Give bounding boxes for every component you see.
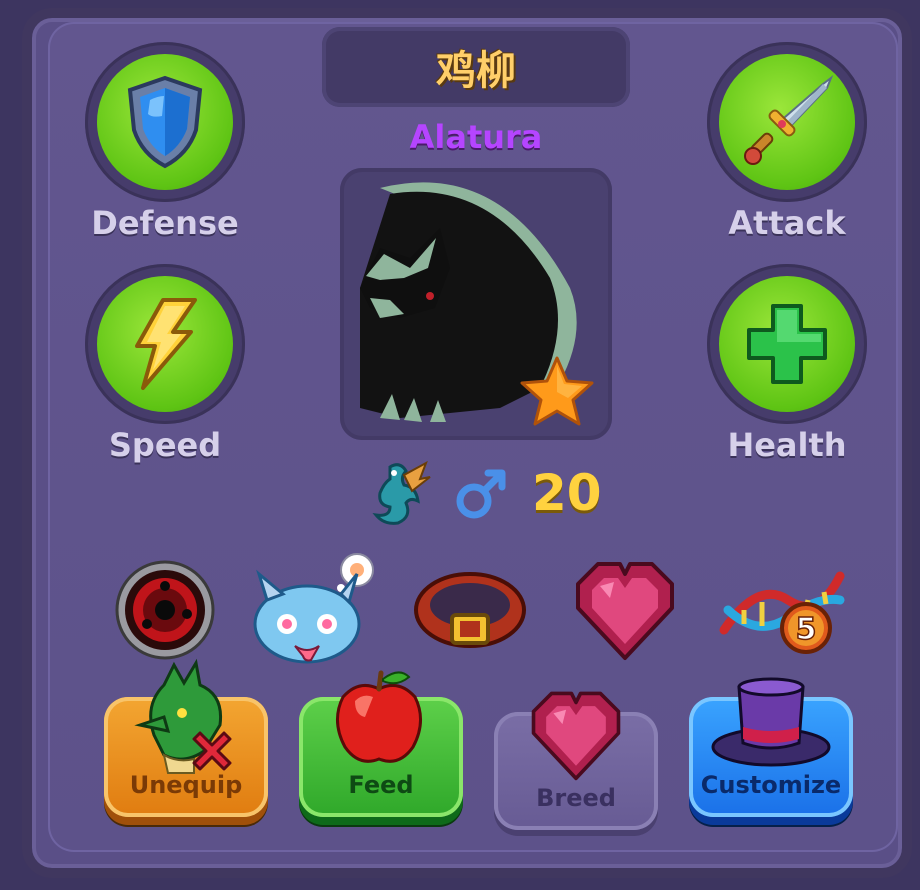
dragon-name: 鸡柳 — [436, 48, 516, 94]
stat-attack-label: Attack — [728, 204, 846, 242]
stat-defense[interactable]: Defense — [80, 42, 250, 242]
red-eye-orb-icon — [115, 560, 215, 660]
stat-speed-circle — [97, 276, 233, 412]
male-gender-icon — [456, 469, 506, 518]
stat-attack-ring — [707, 42, 867, 202]
dragon-name-box[interactable]: 鸡柳 — [322, 27, 630, 107]
stat-speed-ring — [85, 264, 245, 424]
top-hat-icon — [711, 677, 831, 767]
hungry-dragon-icon — [253, 553, 374, 664]
equip-slot-eye[interactable] — [100, 550, 230, 670]
water-dragon-element-icon — [372, 460, 431, 525]
shield-icon — [127, 75, 203, 169]
unequip-button-label: Unequip — [129, 771, 243, 799]
breed-button-label: Breed — [536, 784, 616, 812]
equip-slot-collar[interactable] — [410, 550, 530, 670]
stat-defense-circle — [97, 54, 233, 190]
stat-attack-circle — [719, 54, 855, 190]
sword-icon — [744, 75, 834, 165]
equip-slot-gem-heart[interactable] — [565, 550, 685, 670]
stat-health-circle — [719, 276, 855, 412]
stat-attack[interactable]: Attack — [702, 42, 872, 242]
customize-button-label: Customize — [700, 771, 842, 799]
feed-button-label: Feed — [348, 771, 414, 799]
gem-heart-icon — [576, 562, 674, 660]
collar-icon — [414, 572, 526, 648]
apple-icon — [336, 670, 422, 763]
remove-x-icon — [192, 731, 232, 771]
game-frame: 鸡柳 Alatura Defense Attack Speed Health 2… — [0, 0, 920, 890]
health-cross-icon — [747, 304, 827, 384]
stat-speed[interactable]: Speed — [80, 264, 250, 464]
equip-slot-dna[interactable]: 5 — [712, 550, 852, 670]
stat-health-label: Health — [727, 426, 847, 464]
dna-icon: 5 — [719, 571, 845, 654]
dragon-species: Alatura — [409, 118, 543, 156]
breed-heart-icon — [531, 691, 621, 781]
stat-defense-ring — [85, 42, 245, 202]
dragon-level: 20 — [532, 463, 602, 522]
feed-button[interactable]: Feed — [299, 670, 463, 817]
breed-button[interactable]: Breed — [494, 691, 658, 830]
customize-button[interactable]: Customize — [689, 677, 853, 817]
equipment-row: 5 — [100, 550, 860, 670]
stat-defense-label: Defense — [91, 204, 239, 242]
unequip-button[interactable]: Unequip — [104, 658, 268, 817]
dragon-info-row: 20 — [360, 455, 602, 530]
dna-badge-count: 5 — [796, 612, 817, 647]
equip-slot-hungry-dragon[interactable] — [240, 550, 390, 670]
lightning-icon — [135, 298, 197, 390]
stat-health[interactable]: Health — [702, 264, 872, 464]
stat-health-ring — [707, 264, 867, 424]
star-icon — [520, 356, 594, 426]
dragon-portrait[interactable] — [340, 168, 612, 440]
stat-speed-label: Speed — [108, 426, 222, 464]
